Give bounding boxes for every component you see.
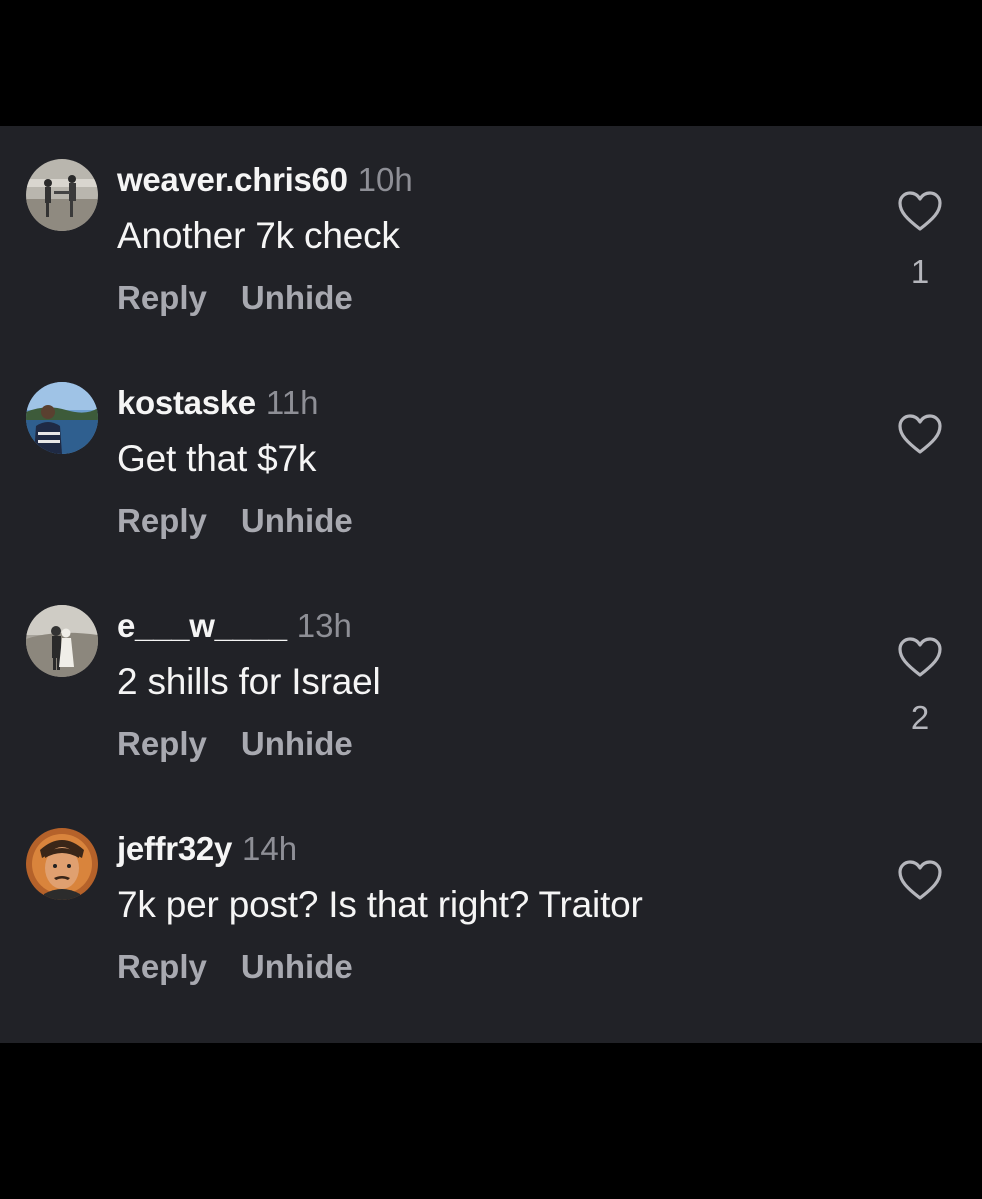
comment-actions: Reply Unhide: [117, 724, 353, 771]
comment-actions: Reply Unhide: [117, 947, 353, 994]
comment-item: weaver.chris60 10h Another 7k check Reply…: [0, 126, 982, 349]
heart-outline-icon[interactable]: [897, 636, 943, 678]
comment-actions: Reply Unhide: [117, 501, 353, 548]
reply-button[interactable]: Reply: [117, 948, 207, 985]
unhide-button[interactable]: Unhide: [241, 502, 353, 539]
unhide-button[interactable]: Unhide: [241, 948, 353, 985]
comment-text: 2 shills for Israel: [117, 661, 381, 702]
comment-text: 7k per post? Is that right? Traitor: [117, 884, 643, 925]
comments-panel: weaver.chris60 10h Another 7k check Reply…: [0, 126, 982, 1043]
comment-item: jeffr32y 14h 7k per post? Is that right? …: [0, 795, 982, 1018]
like-count: 1: [910, 253, 930, 290]
avatar[interactable]: [26, 828, 98, 900]
timestamp: 11h: [265, 384, 319, 421]
avatar[interactable]: [26, 159, 98, 231]
comment-header: weaver.chris60 10h: [117, 160, 413, 200]
username[interactable]: jeffr32y: [117, 830, 232, 867]
avatar[interactable]: [26, 605, 98, 677]
comment-text: Another 7k check: [117, 215, 400, 256]
comment-header: kostaske 11h: [117, 383, 319, 423]
avatar[interactable]: [26, 382, 98, 454]
timestamp: 14h: [242, 830, 298, 867]
comment-header: jeffr32y 14h: [117, 829, 297, 869]
heart-outline-icon[interactable]: [897, 190, 943, 232]
unhide-button[interactable]: Unhide: [241, 725, 353, 762]
comment-text: Get that $7k: [117, 438, 317, 479]
reply-button[interactable]: Reply: [117, 279, 207, 316]
comment-header: e___w____ 13h: [117, 606, 352, 646]
username[interactable]: weaver.chris60: [117, 161, 348, 198]
screen: weaver.chris60 10h Another 7k check Reply…: [0, 0, 982, 1199]
unhide-button[interactable]: Unhide: [241, 279, 353, 316]
reply-button[interactable]: Reply: [117, 502, 207, 539]
timestamp: 13h: [296, 607, 352, 644]
comment-actions: Reply Unhide: [117, 278, 353, 325]
heart-outline-icon[interactable]: [897, 859, 943, 901]
username[interactable]: e___w____: [117, 607, 287, 644]
reply-button[interactable]: Reply: [117, 725, 207, 762]
comment-item: e___w____ 13h 2 shills for Israel Reply Un…: [0, 572, 982, 795]
heart-outline-icon[interactable]: [897, 413, 943, 455]
timestamp: 10h: [357, 161, 413, 198]
username[interactable]: kostaske: [117, 384, 256, 421]
like-count: 2: [910, 699, 930, 736]
comment-item: kostaske 11h Get that $7k Reply Unhide: [0, 349, 982, 572]
